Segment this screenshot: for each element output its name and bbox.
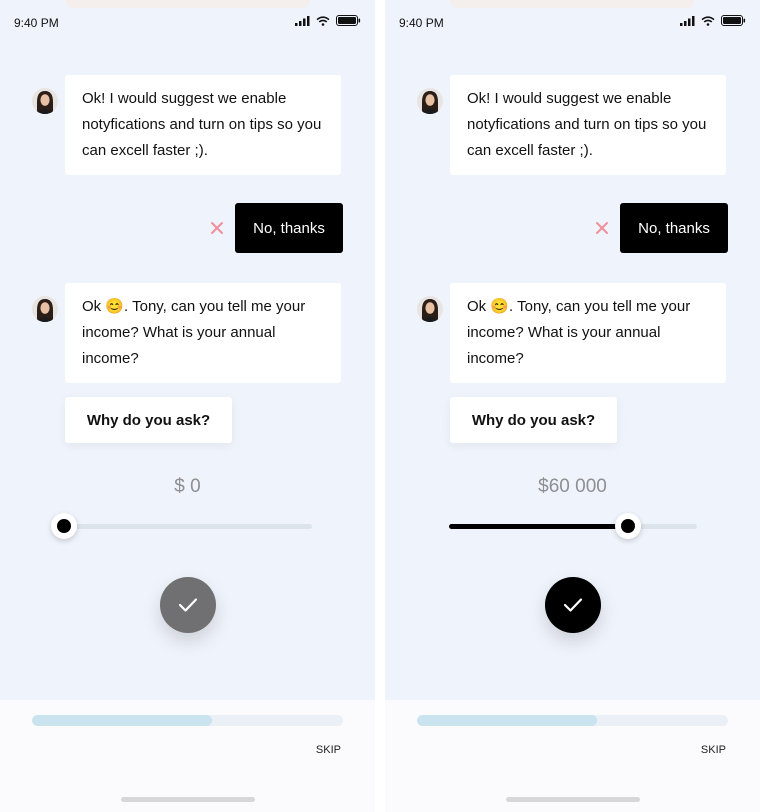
chat-screen-initial: 9:40 PM Ok! I would suggest we enable no… [0, 0, 375, 812]
slider-fill [449, 524, 628, 529]
smile-emoji: 😊 [105, 298, 125, 315]
progress-fill [417, 715, 598, 726]
status-time: 9:40 PM [14, 16, 59, 30]
income-slider[interactable] [51, 513, 312, 539]
signal-icon [295, 15, 310, 26]
chat-bubble-income: Ok 😊. Tony, can you tell me your income?… [65, 283, 341, 383]
progress-bar [32, 715, 343, 726]
income-amount: $ 0 [174, 476, 201, 497]
footer: SKIP [385, 700, 760, 812]
no-thanks-button[interactable]: No, thanks [235, 203, 343, 253]
close-icon[interactable] [210, 221, 224, 235]
slider-thumb[interactable] [614, 513, 641, 539]
slider-thumb-dot [57, 519, 71, 533]
income-amount: $60 000 [538, 476, 607, 497]
why-do-you-ask-button[interactable]: Why do you ask? [65, 397, 232, 443]
checkmark-icon [563, 598, 583, 612]
wifi-icon [701, 15, 715, 26]
confirm-button[interactable] [160, 577, 216, 633]
chat-screen-adjusted: 9:40 PM Ok! I would suggest we enable no… [385, 0, 760, 812]
confirm-button[interactable] [545, 577, 601, 633]
why-do-you-ask-button[interactable]: Why do you ask? [450, 397, 617, 443]
battery-icon [721, 15, 746, 26]
message-text: Ok! I would suggest we enable notyficati… [467, 90, 707, 159]
close-icon[interactable] [595, 221, 609, 235]
wifi-icon [316, 15, 330, 26]
progress-bar [417, 715, 728, 726]
message-text-start: Ok [82, 298, 106, 315]
income-slider[interactable] [449, 513, 697, 539]
smile-emoji: 😊 [490, 298, 510, 315]
chat-bubble-income: Ok 😊. Tony, can you tell me your income?… [450, 283, 726, 383]
agent-avatar [417, 88, 443, 114]
notch [450, 0, 695, 8]
skip-button[interactable]: SKIP [701, 744, 726, 756]
status-time: 9:40 PM [399, 16, 444, 30]
status-icons [295, 15, 361, 26]
message-text-start: Ok [467, 298, 491, 315]
footer: SKIP [0, 700, 375, 812]
agent-avatar [32, 296, 58, 322]
chat-bubble-notifications: Ok! I would suggest we enable notyficati… [450, 75, 726, 175]
agent-avatar [417, 296, 443, 322]
progress-fill [32, 715, 213, 726]
message-text: Ok! I would suggest we enable notyficati… [82, 90, 322, 159]
notch [65, 0, 310, 8]
checkmark-icon [178, 598, 198, 612]
agent-avatar [32, 88, 58, 114]
home-indicator [506, 797, 640, 802]
signal-icon [680, 15, 695, 26]
no-thanks-button[interactable]: No, thanks [620, 203, 728, 253]
slider-thumb[interactable] [51, 513, 77, 539]
skip-button[interactable]: SKIP [316, 744, 341, 756]
chat-bubble-notifications: Ok! I would suggest we enable notyficati… [65, 75, 341, 175]
home-indicator [121, 797, 255, 802]
slider-thumb-dot [620, 519, 635, 533]
status-icons [680, 15, 746, 26]
battery-icon [336, 15, 361, 26]
